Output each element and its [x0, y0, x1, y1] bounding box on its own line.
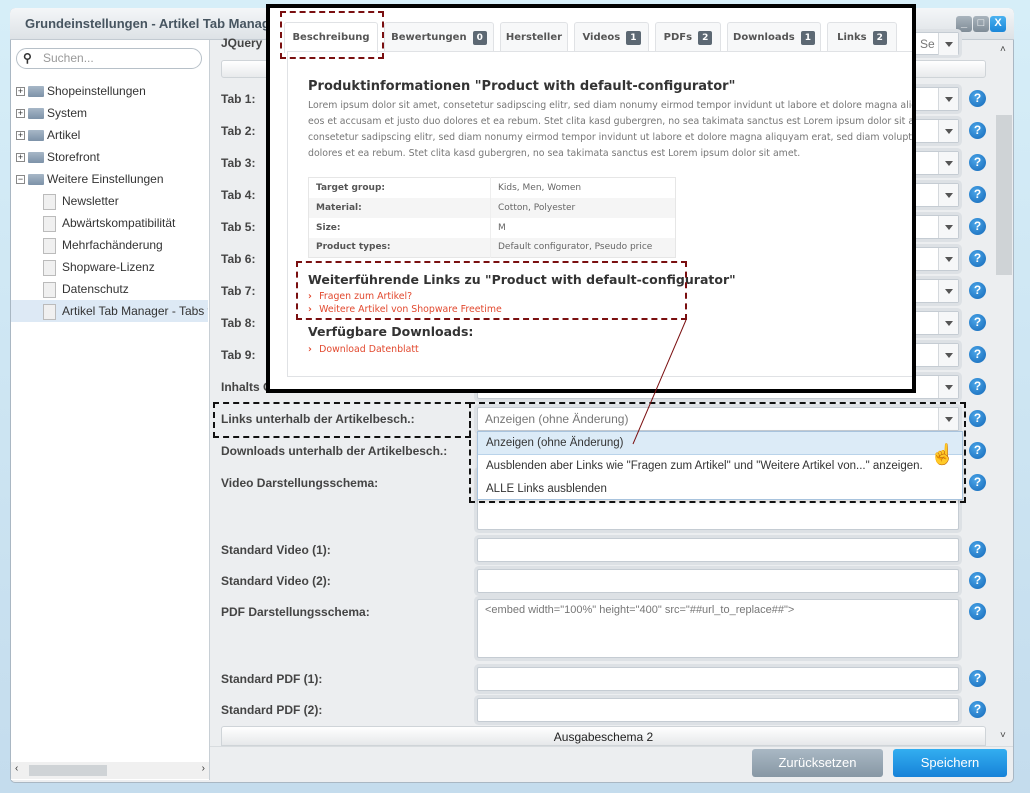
annotation-connector [632, 319, 687, 445]
